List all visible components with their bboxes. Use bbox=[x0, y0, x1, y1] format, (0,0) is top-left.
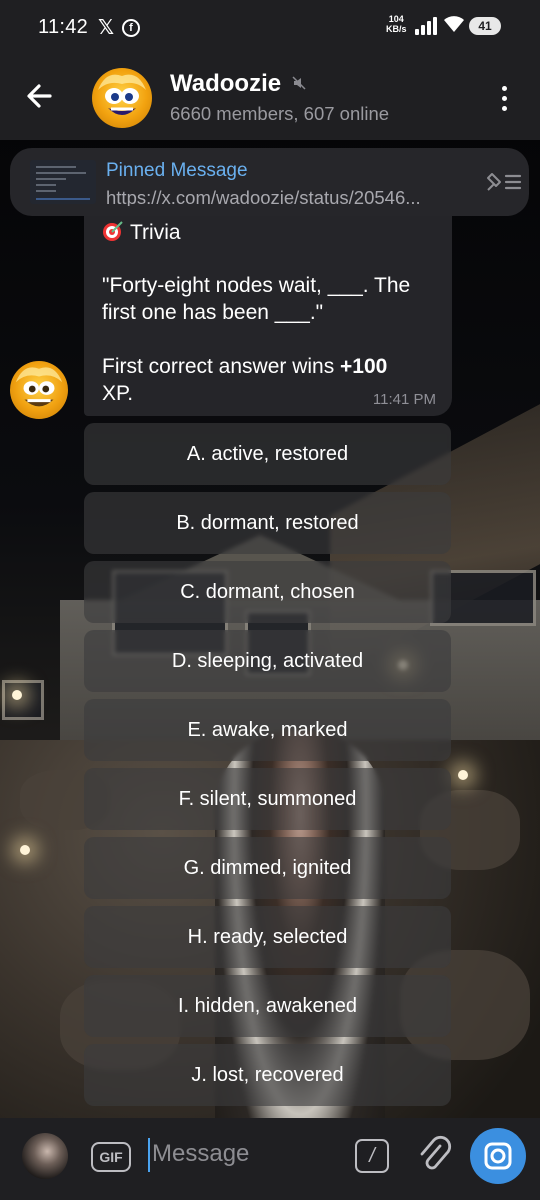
mascot-face-icon bbox=[15, 367, 63, 407]
more-options-icon[interactable] bbox=[494, 84, 514, 114]
status-bar: 11:42 𝕏 f 104 KB/s 41 bbox=[0, 0, 540, 56]
wallpaper-light bbox=[458, 770, 468, 780]
network-speed-unit: KB/s bbox=[386, 24, 407, 34]
paperclip-icon[interactable] bbox=[416, 1134, 452, 1174]
text-caret bbox=[148, 1138, 150, 1172]
question-line-2: first one has been ___." bbox=[102, 301, 324, 324]
muted-icon bbox=[292, 76, 306, 90]
network-speed: 104 KB/s bbox=[386, 14, 407, 34]
message-input-bar: GIF / bbox=[0, 1118, 540, 1200]
camera-button[interactable] bbox=[470, 1128, 526, 1184]
answer-button-b[interactable]: B. dormant, restored bbox=[84, 492, 451, 554]
answer-button-j[interactable]: J. lost, recovered bbox=[84, 1044, 451, 1106]
answer-button-e[interactable]: E. awake, marked bbox=[84, 699, 451, 761]
message-title: Trivia bbox=[102, 220, 181, 245]
member-count: 6660 members, 607 online bbox=[170, 103, 390, 124]
prize-line: First correct answer wins +100 bbox=[102, 353, 442, 380]
group-avatar[interactable] bbox=[92, 68, 152, 128]
sender-avatar[interactable] bbox=[10, 361, 68, 419]
x-app-icon: 𝕏 bbox=[98, 17, 115, 39]
question-line-1: "Forty-eight nodes wait, ___. The bbox=[102, 274, 411, 297]
wallpaper-light bbox=[12, 690, 22, 700]
mascot-face-icon bbox=[98, 74, 146, 115]
back-arrow-icon[interactable] bbox=[22, 78, 58, 114]
pinned-list-icon[interactable] bbox=[484, 168, 524, 196]
pinned-thumbnail bbox=[30, 160, 96, 204]
facebook-icon: f bbox=[122, 19, 140, 37]
answer-button-c[interactable]: C. dormant, chosen bbox=[84, 561, 451, 623]
answer-button-h[interactable]: H. ready, selected bbox=[84, 906, 451, 968]
bot-command-button[interactable]: / bbox=[355, 1139, 389, 1173]
message-input[interactable] bbox=[152, 1136, 342, 1172]
chat-title[interactable]: Wadoozie bbox=[170, 70, 281, 98]
wifi-icon bbox=[444, 16, 464, 32]
prize-prefix: First correct answer wins bbox=[102, 355, 341, 378]
answer-button-a[interactable]: A. active, restored bbox=[84, 423, 451, 485]
message-bubble[interactable]: Trivia "Forty-eight nodes wait, ___. The… bbox=[84, 206, 452, 416]
message-timestamp: 11:41 PM bbox=[372, 391, 436, 408]
answer-button-i[interactable]: I. hidden, awakened bbox=[84, 975, 451, 1037]
answer-button-d[interactable]: D. sleeping, activated bbox=[84, 630, 451, 692]
gif-button[interactable]: GIF bbox=[91, 1142, 131, 1172]
send-as-avatar[interactable] bbox=[22, 1133, 68, 1179]
wallpaper-window bbox=[2, 680, 44, 720]
dart-target-icon bbox=[103, 221, 123, 241]
message-title-text: Trivia bbox=[130, 221, 181, 244]
prize-value: +100 bbox=[340, 355, 388, 378]
answer-button-g[interactable]: G. dimmed, ignited bbox=[84, 837, 451, 899]
signal-icon bbox=[415, 17, 437, 35]
answer-button-f[interactable]: F. silent, summoned bbox=[84, 768, 451, 830]
status-time: 11:42 bbox=[38, 16, 89, 38]
network-speed-value: 104 bbox=[388, 14, 404, 24]
camera-icon bbox=[484, 1142, 512, 1170]
wallpaper-light bbox=[20, 845, 30, 855]
pinned-label: Pinned Message bbox=[106, 160, 248, 181]
chat-header: Wadoozie 6660 members, 607 online bbox=[0, 56, 540, 140]
battery-icon: 41 bbox=[469, 17, 501, 35]
